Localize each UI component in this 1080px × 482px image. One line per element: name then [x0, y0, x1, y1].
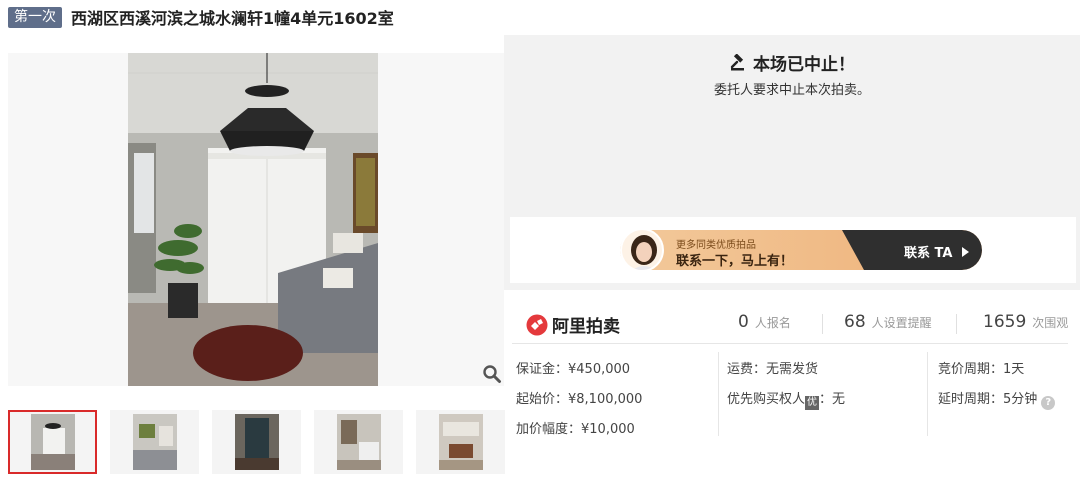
bid-increment: 加价幅度：¥10,000 [516, 422, 635, 437]
status-title: 本场已中止！ [504, 50, 1080, 75]
banner-line2: 联系一下，马上有！ [676, 254, 794, 269]
status-title-text: 本场已中止！ [753, 55, 855, 75]
stat-views: 1659 次围观 [983, 312, 1069, 332]
stat-divider [822, 314, 823, 334]
brand-name: 阿里拍卖 [552, 317, 620, 337]
extension-period: 延时周期：5分钟? [938, 388, 1056, 410]
page-title: 西湖区西溪河滨之城水澜轩1幢4单元1602室 [71, 9, 394, 28]
thumbnail-1[interactable] [8, 410, 97, 474]
column-divider [927, 352, 928, 436]
gavel-icon [730, 53, 744, 71]
stat-signups: 0 人报名 [738, 312, 791, 332]
photo-gallery [8, 53, 504, 386]
thumbnail-3[interactable] [212, 410, 301, 474]
help-icon[interactable]: ? [1041, 396, 1056, 410]
contact-button[interactable]: 联系 TA [904, 242, 970, 261]
title-bar: 第一次 西湖区西溪河滨之城水澜轩1幢4单元1602室 [8, 5, 394, 29]
magnifier-icon[interactable] [482, 364, 502, 384]
main-photo[interactable] [128, 53, 378, 386]
thumbnail-5[interactable] [416, 410, 505, 474]
contact-button-label: 联系 TA [904, 246, 953, 261]
auction-info: 阿里拍卖 0 人报名 68 人设置提醒 1659 次围观 保证金：¥450,000 起… [504, 292, 1080, 482]
contact-banner[interactable]: 更多同类优质拍品 联系一下，马上有！ 联系 TA [510, 217, 1076, 283]
priority-tag: 优 [805, 396, 820, 410]
brand: 阿里拍卖 [526, 312, 620, 337]
starting-price: 起始价：¥8,100,000 [516, 392, 643, 407]
thumbnail-4[interactable] [314, 410, 403, 474]
column-divider [718, 352, 719, 436]
divider [512, 343, 1068, 344]
play-triangle-icon [961, 247, 969, 257]
shipping: 运费：无需发货 [727, 362, 819, 377]
priority-buyer: 优先购买权人优：无 [727, 392, 846, 410]
status-subtitle: 委托人要求中止本次拍卖。 [713, 83, 870, 98]
auction-round-badge: 第一次 [8, 6, 62, 28]
ali-auction-logo [526, 314, 548, 335]
thumbnail-strip [8, 410, 505, 474]
avatar [620, 228, 664, 272]
thumbnail-2[interactable] [110, 410, 199, 474]
banner-line1: 更多同类优质拍品 [676, 240, 756, 251]
stat-reminders: 68 人设置提醒 [844, 312, 932, 332]
bidding-period: 竞价周期：1天 [938, 362, 1025, 377]
stat-divider [956, 314, 957, 334]
deposit: 保证金：¥450,000 [516, 362, 631, 377]
auction-status-panel: 本场已中止！ 委托人要求中止本次拍卖。 更多同类优质拍品 联系一下，马上有！ 联… [504, 35, 1080, 290]
